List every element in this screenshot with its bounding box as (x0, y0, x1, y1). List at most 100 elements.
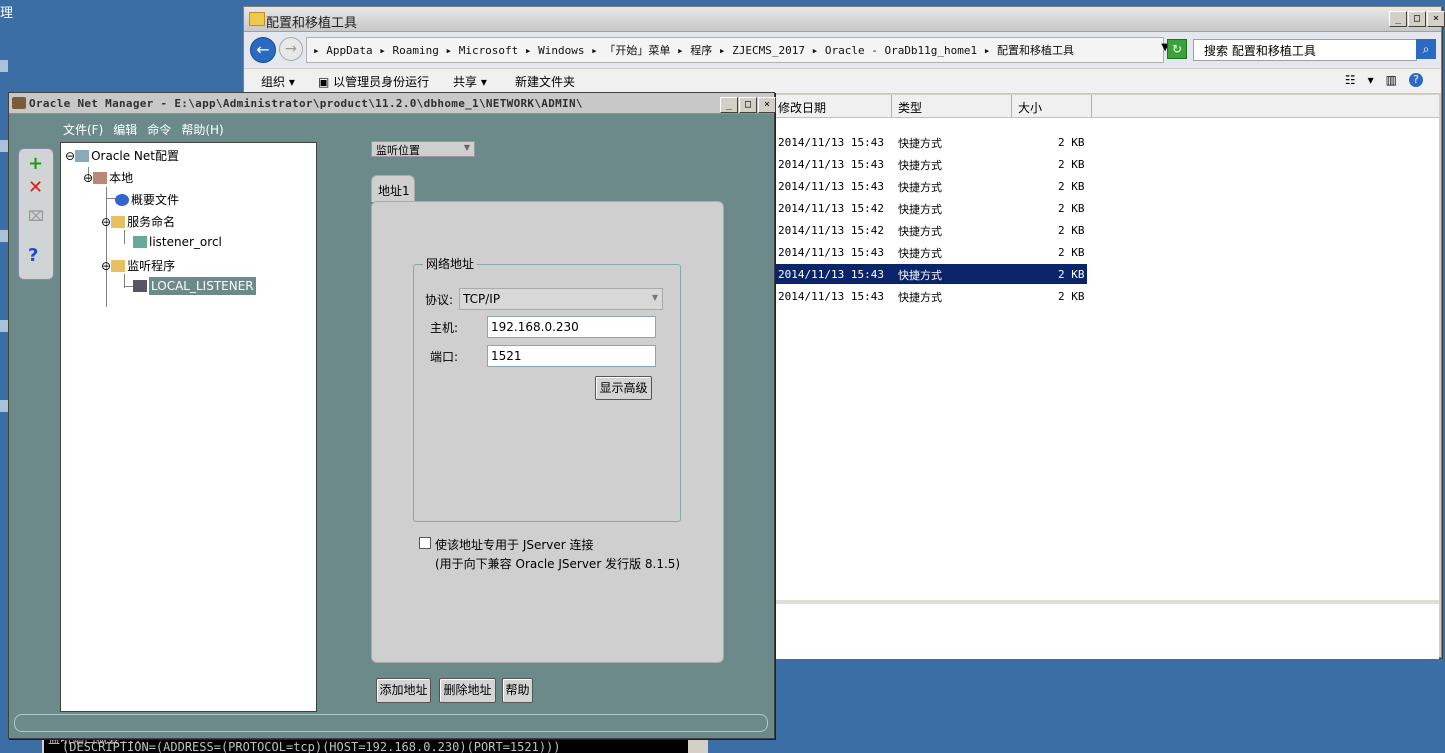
tab-address1[interactable]: 地址1 (371, 175, 415, 202)
address-bar-area: ← → ▸ AppData ▸ Roaming ▸ Microsoft ▸ Wi… (244, 32, 1441, 68)
desktop-icon[interactable] (0, 60, 8, 72)
help-icon[interactable]: ? (1409, 73, 1423, 87)
chevron-down-icon: ▼ (463, 143, 470, 152)
minimize-button[interactable]: _ (720, 97, 738, 113)
table-row[interactable]: 2014/11/13 15:43 快捷方式 2 KB (775, 176, 1087, 196)
cell-type: 快捷方式 (898, 269, 942, 282)
desktop-icon[interactable] (0, 400, 8, 412)
table-row[interactable]: 2014/11/13 15:43 快捷方式 2 KB (775, 154, 1087, 174)
add-icon[interactable]: + (28, 153, 43, 174)
table-row[interactable]: 2014/11/13 15:43 快捷方式 2 KB (775, 286, 1087, 306)
cell-type: 快捷方式 (898, 247, 942, 260)
folder-icon (111, 260, 126, 272)
refresh-button[interactable]: ↻ (1167, 39, 1187, 59)
folder-icon (249, 12, 265, 26)
side-toolbar: + ✕ ⌧ ? (18, 148, 54, 280)
menu-file[interactable]: 文件(F) (63, 121, 103, 138)
port-input[interactable]: 1521 (487, 345, 656, 367)
maximize-button[interactable]: □ (1408, 11, 1426, 27)
table-row[interactable]: 2014/11/13 15:43 快捷方式 2 KB (775, 264, 1087, 284)
show-advanced-button[interactable]: 显示高级 (595, 376, 652, 400)
cell-type: 快捷方式 (898, 159, 942, 172)
minimize-button[interactable]: _ (1389, 11, 1407, 27)
host-input[interactable]: 192.168.0.230 (487, 316, 656, 338)
forward-button[interactable]: → (279, 37, 303, 61)
table-row[interactable]: 2014/11/13 15:42 快捷方式 2 KB (775, 198, 1087, 218)
preview-pane-icon[interactable]: ▥ (1386, 73, 1397, 87)
app-icon (12, 97, 26, 109)
breadcrumb[interactable]: ▸ AppData ▸ Roaming ▸ Microsoft ▸ Window… (313, 42, 1074, 58)
delete-address-button[interactable]: 删除地址 (439, 678, 496, 703)
maximize-button[interactable]: □ (739, 97, 757, 113)
cell-size: 2 KB (1058, 158, 1085, 171)
tree-node-service-naming[interactable]: ⊖ 服务命名 (101, 213, 175, 230)
desktop-icon[interactable] (0, 320, 8, 332)
service-icon (133, 236, 147, 248)
cell-size: 2 KB (1058, 290, 1085, 303)
cell-size: 2 KB (1058, 136, 1085, 149)
delete-icon[interactable]: ✕ (28, 177, 43, 198)
search-placeholder: 搜索 配置和移植工具 (1204, 44, 1316, 58)
chevron-down-icon[interactable]: ▾ (1368, 73, 1374, 87)
desktop-icon[interactable] (0, 140, 8, 152)
test-icon[interactable]: ⌧ (28, 209, 44, 225)
file-list: 修改日期 类型 大小 2014/11/13 15:43 快捷方式 2 KB 2014/… (775, 95, 1439, 600)
menu-bar: 文件(F) 编辑 命令 帮助(H) (63, 121, 224, 138)
help-icon[interactable]: ? (28, 245, 38, 266)
add-address-button[interactable]: 添加地址 (376, 678, 431, 703)
search-input[interactable]: 搜索 配置和移植工具 (1193, 39, 1417, 61)
tree-node-local-listener[interactable]: LOCAL_LISTENER (133, 277, 256, 295)
column-type[interactable]: 类型 (898, 99, 922, 116)
cell-type: 快捷方式 (898, 181, 942, 194)
cell-size: 2 KB (1058, 268, 1085, 281)
organize-button[interactable]: 组织 ▾ (261, 73, 295, 90)
help-button[interactable]: 帮助 (502, 678, 533, 703)
cell-size: 2 KB (1058, 202, 1085, 215)
tree-node-listener-orcl[interactable]: listener_orcl (133, 235, 222, 249)
chevron-down-icon: ▼ (651, 293, 658, 302)
protocol-select[interactable]: TCP/IP ▼ (459, 288, 663, 310)
column-modified[interactable]: 修改日期 (778, 99, 826, 116)
explorer-titlebar[interactable]: 配置和移植工具 _ □ × (244, 7, 1445, 32)
menu-help[interactable]: 帮助(H) (181, 121, 223, 138)
menu-command[interactable]: 命令 (147, 121, 171, 138)
search-icon[interactable]: ⌕ (1416, 39, 1436, 59)
cell-date: 2014/11/13 15:42 (778, 202, 884, 215)
tree-node-local[interactable]: ⊖ 本地 (83, 169, 133, 186)
column-size[interactable]: 大小 (1018, 99, 1042, 116)
table-row[interactable]: 2014/11/13 15:43 快捷方式 2 KB (775, 132, 1087, 152)
desktop-label: 理 (0, 6, 14, 21)
cell-date: 2014/11/13 15:43 (778, 246, 884, 259)
cell-size: 2 KB (1058, 180, 1085, 193)
console-line: (DESCRIPTION=(ADDRESS=(PROTOCOL=tcp)(HOS… (62, 740, 561, 753)
menu-edit[interactable]: 编辑 (113, 121, 137, 138)
onm-titlebar[interactable]: Oracle Net Manager - E:\app\Administrato… (9, 93, 776, 114)
close-button[interactable]: × (758, 97, 776, 113)
run-as-admin-button[interactable]: ▣ 以管理员身份运行 (318, 73, 429, 90)
tree-node-root[interactable]: ⊖ Oracle Net配置 (65, 147, 179, 164)
table-row[interactable]: 2014/11/13 15:43 快捷方式 2 KB (775, 242, 1087, 262)
table-row[interactable]: 2014/11/13 15:42 快捷方式 2 KB (775, 220, 1087, 240)
close-button[interactable]: × (1427, 11, 1445, 27)
oracle-net-manager-window: Oracle Net Manager - E:\app\Administrato… (8, 92, 776, 739)
status-bar (14, 714, 768, 732)
protocol-label: 协议: (425, 293, 454, 307)
explorer-title: 配置和移植工具 (266, 16, 358, 31)
view-select[interactable]: 监听位置 ▼ (371, 141, 475, 157)
cell-type: 快捷方式 (898, 203, 942, 216)
cell-date: 2014/11/13 15:43 (778, 136, 884, 149)
tree-node-listeners[interactable]: ⊖ 监听程序 (101, 257, 175, 274)
local-icon (93, 172, 108, 184)
address-bar[interactable]: ▸ AppData ▸ Roaming ▸ Microsoft ▸ Window… (306, 37, 1169, 63)
config-tree: ⊖ Oracle Net配置 ⊖ 本地 概要文件 ⊖ 服务命名 listener_or… (60, 142, 317, 712)
desktop-icon[interactable] (0, 230, 8, 242)
jserver-checkbox[interactable] (419, 537, 431, 549)
share-button[interactable]: 共享 ▾ (453, 73, 487, 90)
host-label: 主机: (430, 321, 459, 335)
column-header: 修改日期 类型 大小 (775, 95, 1439, 118)
new-folder-button[interactable]: 新建文件夹 (515, 73, 575, 90)
back-button[interactable]: ← (250, 37, 276, 63)
cell-type: 快捷方式 (898, 137, 942, 150)
view-options-icon[interactable]: ☷ (1345, 73, 1356, 87)
tree-node-profile[interactable]: 概要文件 (115, 191, 179, 208)
